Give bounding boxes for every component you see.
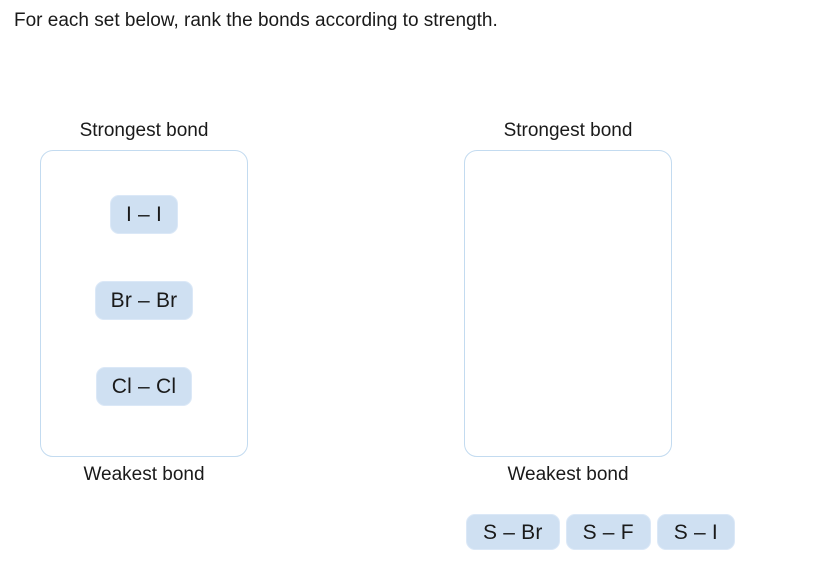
weakest-bond-label-2: Weakest bond bbox=[507, 464, 629, 485]
strongest-bond-label-1: Strongest bond bbox=[79, 120, 209, 141]
bank-tile-s-f[interactable]: S – F bbox=[565, 514, 651, 550]
strongest-bond-label-2: Strongest bond bbox=[503, 120, 633, 141]
bank-tile-s-br[interactable]: S – Br bbox=[466, 514, 560, 550]
weakest-bond-label-1: Weakest bond bbox=[83, 464, 205, 485]
tile-bank: S – Br S – F S – I bbox=[466, 514, 735, 550]
ranking-column-1: Strongest bond I – I Br – Br Cl – Cl Wea… bbox=[40, 119, 248, 487]
drop-zone-2[interactable] bbox=[464, 150, 672, 457]
bank-tile-s-i[interactable]: S – I bbox=[656, 514, 735, 550]
bond-tile-1-1[interactable]: I – I bbox=[109, 195, 179, 234]
question-prompt: For each set below, rank the bonds accor… bbox=[14, 10, 498, 31]
ranking-column-2: Strongest bond Weakest bond bbox=[464, 119, 672, 487]
drop-zone-1[interactable]: I – I Br – Br Cl – Cl bbox=[40, 150, 248, 457]
bond-tile-1-2[interactable]: Br – Br bbox=[94, 281, 194, 320]
bond-tile-1-3[interactable]: Cl – Cl bbox=[95, 367, 193, 406]
